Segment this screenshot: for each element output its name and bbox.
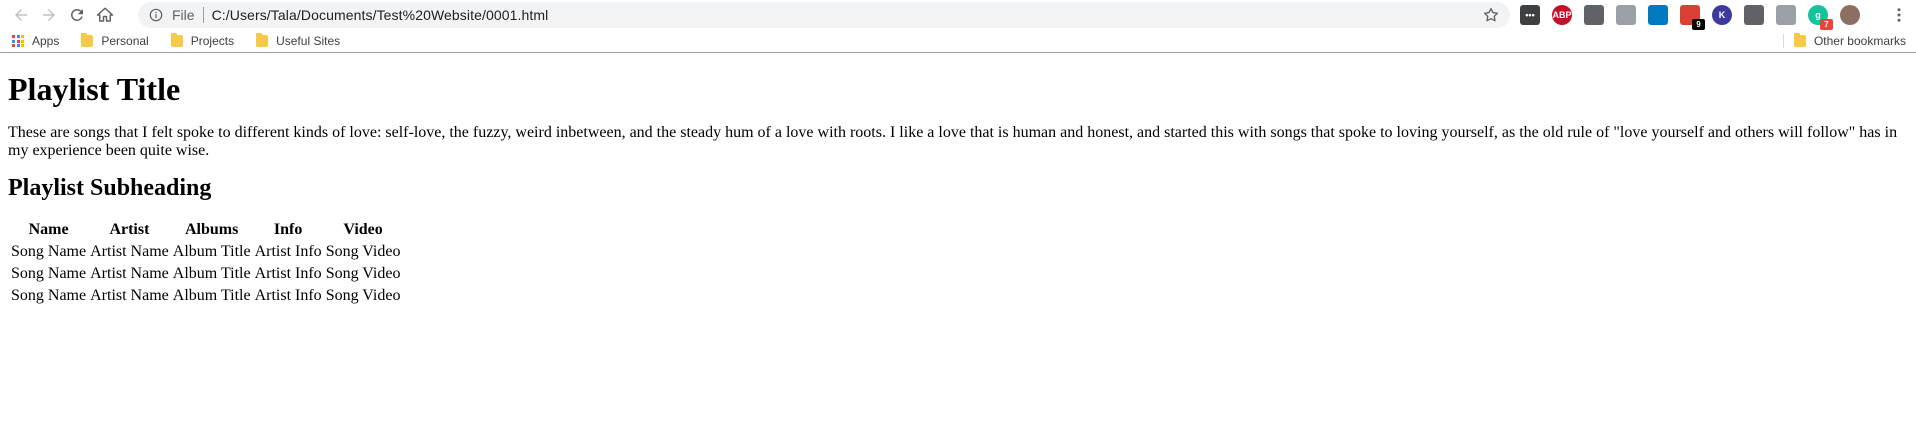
table-cell: Song Name (11, 287, 87, 304)
snowflake-extension-icon[interactable] (1776, 5, 1796, 25)
page-title: Playlist Title (8, 71, 181, 107)
column-header: Info (273, 221, 303, 238)
table-header-row: Name Artist Albums Info Video (10, 220, 401, 240)
column-header: Artist (109, 221, 150, 238)
apps-grid-icon (12, 35, 24, 47)
arrow-right-icon (43, 9, 55, 21)
extension-badge: 9 (1692, 19, 1705, 30)
bookmarks-divider (1782, 34, 1784, 48)
table-cell: Album Title (172, 243, 251, 260)
bookmark-apps-label: Apps (32, 34, 60, 48)
google-drive-icon[interactable] (1584, 5, 1604, 25)
table-cell: Album Title (172, 287, 251, 304)
folder-icon (81, 33, 94, 47)
page-content: Playlist Title These are songs that I fe… (0, 71, 1916, 308)
bookmark-apps[interactable]: Apps (12, 34, 59, 48)
extension-badge: 7 (1820, 19, 1833, 30)
bookmarks-bar: Apps Personal Projects Useful Sites Othe… (0, 30, 1916, 53)
k-extension-icon[interactable]: K (1712, 5, 1732, 25)
table-cell: Song Video (325, 287, 401, 304)
playlist-table: Name Artist Albums Info Video Song Name … (8, 218, 403, 308)
folder-icon (1793, 33, 1806, 47)
omnibox-divider (202, 7, 204, 23)
info-icon[interactable] (148, 7, 164, 23)
table-cell: Song Video (325, 243, 401, 260)
table-cell: Artist Name (90, 265, 169, 282)
menu-button[interactable] (1886, 2, 1912, 28)
table-row: Song Name Artist Name Album Title Artist… (10, 264, 401, 284)
trello-icon[interactable] (1648, 5, 1668, 25)
scheme-label: File (172, 7, 195, 23)
folder-icon (256, 33, 269, 47)
table-cell: Artist Info (254, 243, 322, 260)
home-button[interactable] (92, 2, 118, 28)
bookmark-folder-label: Useful Sites (276, 34, 341, 48)
table-cell: Album Title (172, 265, 251, 282)
bookmark-star-icon[interactable] (1482, 6, 1500, 24)
pdf-icon[interactable] (1616, 5, 1636, 25)
profile-avatar[interactable] (1840, 5, 1860, 25)
table-cell: Song Video (325, 265, 401, 282)
folder-icon (170, 33, 183, 47)
more-vert-icon (1897, 8, 1901, 22)
playlist-subheading: Playlist Subheading (8, 175, 212, 201)
arrow-left-icon (15, 9, 27, 21)
table-cell: Song Name (11, 265, 87, 282)
todoist-icon[interactable]: 9 (1680, 5, 1705, 30)
bookmark-folder-personal[interactable]: Personal (81, 33, 149, 48)
reload-icon (70, 8, 83, 21)
other-bookmarks-label: Other bookmarks (1813, 34, 1906, 48)
table-row: Song Name Artist Name Album Title Artist… (10, 286, 401, 306)
url-text[interactable]: C:/Users/Tala/Documents/Test%20Website/0… (212, 7, 549, 23)
bookmark-folder-projects[interactable]: Projects (170, 33, 235, 48)
forward-button[interactable] (36, 2, 62, 28)
dark-extension-icon[interactable]: ••• (1520, 5, 1540, 25)
playlist-description: These are songs that I felt spoke to dif… (8, 124, 1898, 159)
adblock-plus-icon[interactable]: ABP (1552, 5, 1572, 25)
column-header: Albums (184, 221, 239, 238)
back-button[interactable] (8, 2, 34, 28)
other-bookmarks-area: Other bookmarks (1782, 30, 1906, 52)
grammarly-icon[interactable]: g7 (1808, 5, 1833, 30)
table-cell: Artist Info (254, 265, 322, 282)
table-cell: Artist Name (90, 243, 169, 260)
address-bar[interactable]: File C:/Users/Tala/Documents/Test%20Webs… (138, 2, 1510, 28)
reload-button[interactable] (64, 2, 90, 28)
column-header: Name (28, 221, 69, 238)
browser-toolbar: File C:/Users/Tala/Documents/Test%20Webs… (0, 0, 1916, 30)
bookmark-folder-label: Projects (190, 34, 235, 48)
table-cell: Song Name (11, 243, 87, 260)
table-cell: Artist Info (254, 287, 322, 304)
extensions-area: ••• ABP 9 Kg 7 (1520, 2, 1872, 30)
table-cell: Artist Name (90, 287, 169, 304)
bookmark-folder-other[interactable]: Other bookmarks (1793, 33, 1906, 48)
table-row: Song Name Artist Name Album Title Artist… (10, 242, 401, 262)
shield-extension-icon[interactable] (1744, 5, 1764, 25)
column-header: Video (343, 221, 383, 238)
bookmark-folder-label: Personal (101, 34, 149, 48)
bookmark-folder-useful-sites[interactable]: Useful Sites (256, 33, 341, 48)
home-icon (96, 7, 114, 22)
